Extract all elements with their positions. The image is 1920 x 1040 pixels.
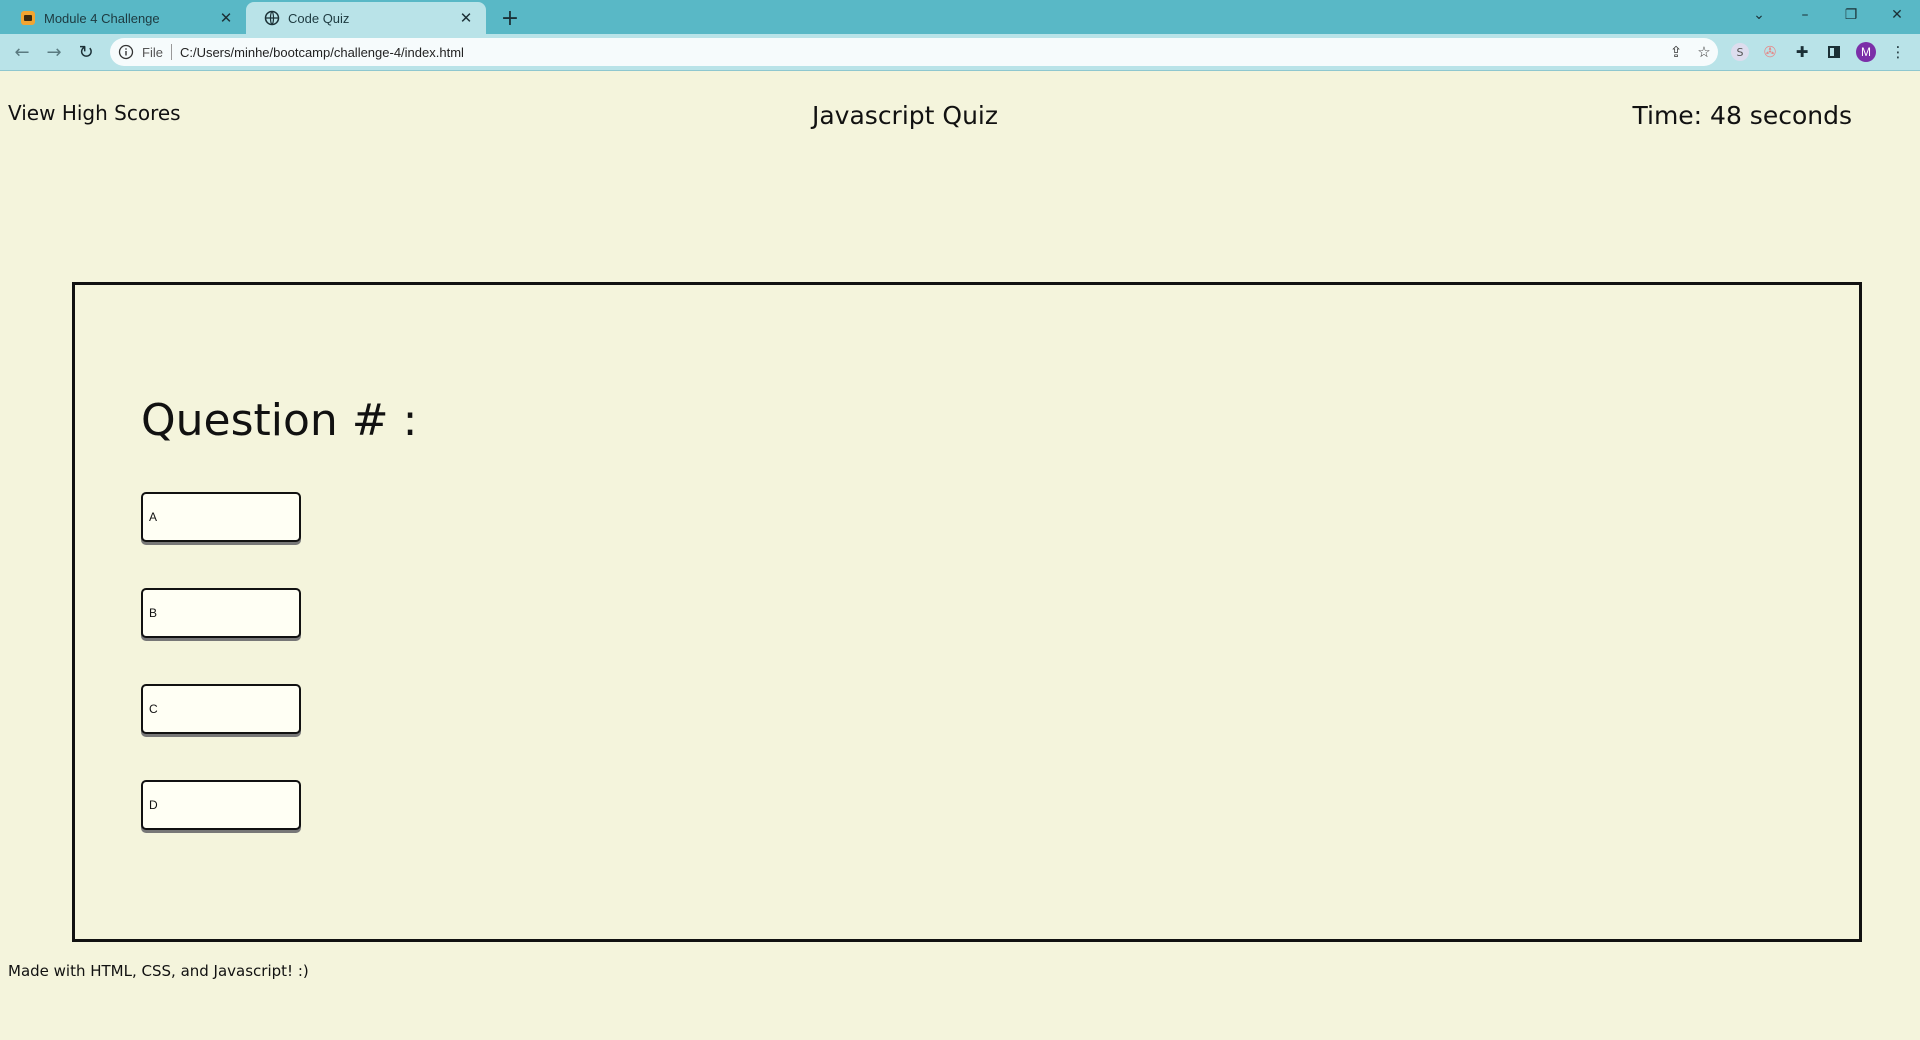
page-content: View High Scores Javascript Quiz Time: 4… xyxy=(0,71,1920,1040)
divider xyxy=(170,44,172,60)
timer-text: Time: 48 seconds xyxy=(1632,101,1853,130)
close-tab-icon[interactable]: ✕ xyxy=(458,9,474,27)
restore-icon[interactable]: ❐ xyxy=(1828,0,1874,30)
file-scheme-label: File xyxy=(142,44,163,60)
moodle-favicon-icon xyxy=(21,11,35,25)
avatar: M xyxy=(1856,42,1876,62)
new-tab-icon[interactable]: + xyxy=(496,4,524,32)
globe-icon xyxy=(264,10,280,26)
tab-strip: Module 4 Challenge ✕ Code Quiz ✕ + ⌄ – ❐… xyxy=(0,0,1920,34)
footer-text: Made with HTML, CSS, and Javascript! :) xyxy=(8,962,309,980)
url-text[interactable]: C:/Users/minhe/bootcamp/challenge-4/inde… xyxy=(180,45,1662,60)
back-arrow-icon[interactable]: ← xyxy=(8,38,36,66)
reload-icon[interactable]: ↻ xyxy=(72,38,100,66)
quiz-card: Question # : A B C D xyxy=(72,282,1862,942)
page-title: Javascript Quiz xyxy=(811,101,998,130)
info-icon[interactable] xyxy=(118,44,134,60)
menu-kebab-icon[interactable]: ⋮ xyxy=(1884,38,1912,66)
tab-code-quiz[interactable]: Code Quiz ✕ xyxy=(246,2,486,34)
share-icon[interactable]: ⇪ xyxy=(1662,38,1690,66)
answer-button-c[interactable]: C xyxy=(141,684,301,734)
question-heading: Question # : xyxy=(141,395,418,446)
answer-button-d[interactable]: D xyxy=(141,780,301,830)
minimize-icon[interactable]: – xyxy=(1782,0,1828,30)
close-window-icon[interactable]: ✕ xyxy=(1874,0,1920,30)
extension-s-icon[interactable]: S xyxy=(1726,38,1754,66)
extension-red-icon[interactable]: ✇ xyxy=(1756,38,1784,66)
side-panel-icon[interactable] xyxy=(1820,38,1848,66)
close-tab-icon[interactable]: ✕ xyxy=(218,9,234,27)
tab-search-chevron-icon[interactable]: ⌄ xyxy=(1736,0,1782,30)
answer-button-a[interactable]: A xyxy=(141,492,301,542)
tab-module-4-challenge[interactable]: Module 4 Challenge ✕ xyxy=(2,2,246,34)
answer-button-b[interactable]: B xyxy=(141,588,301,638)
forward-arrow-icon[interactable]: → xyxy=(40,38,68,66)
address-bar[interactable]: File C:/Users/minhe/bootcamp/challenge-4… xyxy=(110,38,1718,66)
bookmark-star-icon[interactable]: ☆ xyxy=(1690,38,1718,66)
extensions-puzzle-icon[interactable]: ✚ xyxy=(1788,38,1816,66)
tab-title: Code Quiz xyxy=(288,10,350,26)
tab-title: Module 4 Challenge xyxy=(44,10,160,26)
profile-avatar[interactable]: M xyxy=(1852,38,1880,66)
browser-toolbar: ← → ↻ File C:/Users/minhe/bootcamp/chall… xyxy=(0,34,1920,71)
